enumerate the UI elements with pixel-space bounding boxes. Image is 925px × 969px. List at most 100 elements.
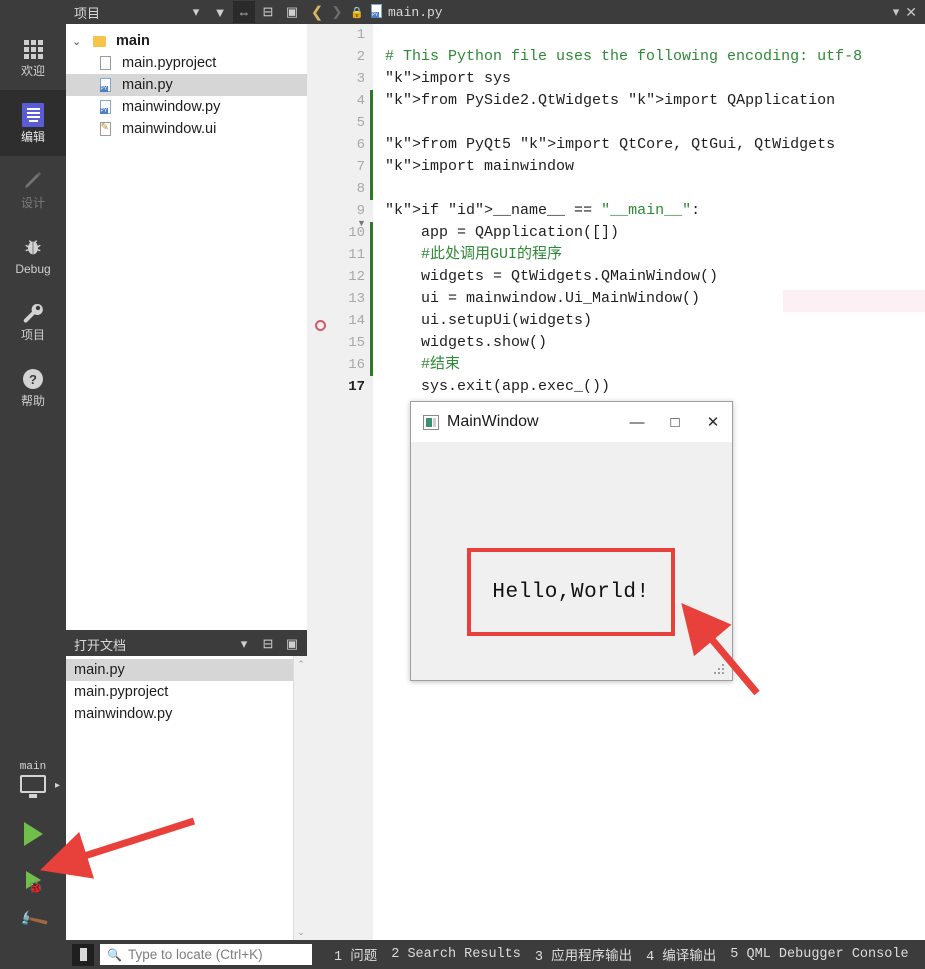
- open-documents-panel: 打开文档 ▾ ⊟ ▣ main.py main.pyproject mainwi…: [66, 632, 307, 940]
- code-line: ui.setupUi(widgets): [385, 312, 592, 329]
- mainwindow-dialog[interactable]: MainWindow — □ ✕ Hello,World!: [410, 401, 733, 681]
- editor-tabbar: ❮ ❯ 🔒 main.py ▾ ✕: [307, 0, 925, 24]
- minimize-icon[interactable]: ▣: [281, 633, 303, 655]
- open-documents-title: 打开文档: [74, 635, 126, 654]
- project-panel-title: 项目: [74, 3, 100, 22]
- line-number: 12: [307, 266, 373, 288]
- mode-item-debug[interactable]: Debug: [0, 222, 66, 288]
- qt-creator-window: 欢迎 编辑 设计: [0, 0, 925, 969]
- resize-grip-icon[interactable]: [714, 664, 726, 676]
- pane-label: QML Debugger Console: [747, 947, 909, 962]
- editor-tab-main-py[interactable]: main.py: [367, 4, 443, 20]
- tree-row-folder-main[interactable]: ⌄ main: [66, 30, 307, 52]
- file-icon: [94, 56, 116, 70]
- statusbar-left-filler: [0, 940, 66, 969]
- mode-selector-bar: 欢迎 编辑 设计: [0, 0, 66, 969]
- minimize-button[interactable]: —: [618, 402, 656, 442]
- lock-icon[interactable]: 🔒: [347, 6, 367, 19]
- maximize-button[interactable]: □: [656, 402, 694, 442]
- open-documents-scrollbar[interactable]: ⌃ ⌄: [293, 656, 307, 940]
- line-number: 7: [307, 156, 373, 178]
- pane-number: 1: [334, 950, 342, 965]
- code-line: #结束: [385, 356, 460, 373]
- question-circle-icon: ?: [20, 366, 46, 392]
- locate-input[interactable]: 🔍 Type to locate (Ctrl+K): [100, 944, 312, 965]
- editor-tab-label: main.py: [388, 5, 443, 20]
- nav-back-icon[interactable]: ❮: [307, 3, 327, 21]
- code-line: # This Python file uses the following en…: [385, 48, 862, 65]
- split-icon[interactable]: ⊟: [257, 1, 279, 23]
- mainwindow-titlebar[interactable]: MainWindow — □ ✕: [411, 402, 732, 442]
- folder-icon: [88, 36, 110, 47]
- tree-row-label: main.pyproject: [116, 55, 216, 71]
- code-line: app = QApplication([]): [385, 224, 619, 241]
- fold-arrow-icon[interactable]: ▼: [357, 218, 366, 228]
- split-icon[interactable]: ⊟: [257, 633, 279, 655]
- play-triangle-icon: [24, 822, 43, 846]
- close-button[interactable]: ✕: [694, 402, 732, 442]
- pane-label: 应用程序输出: [551, 950, 632, 965]
- wrench-icon: [20, 300, 46, 326]
- code-line: #此处调用GUI的程序: [385, 246, 562, 263]
- build-button[interactable]: 🔨: [0, 900, 66, 940]
- mainwindow-title: MainWindow: [447, 413, 539, 431]
- output-pane-application-output[interactable]: 3 应用程序输出: [535, 944, 632, 965]
- bug-icon: [20, 234, 46, 260]
- tree-row-label: mainwindow.py: [116, 99, 220, 115]
- hammer-icon: 🔨: [16, 903, 51, 938]
- pane-number: 5: [730, 947, 738, 962]
- output-pane-qml-debugger-console[interactable]: 5 QML Debugger Console: [730, 947, 908, 962]
- chevron-down-icon[interactable]: ▾: [233, 633, 255, 655]
- tree-row-mainwindow-py[interactable]: mainwindow.py: [66, 96, 307, 118]
- mode-item-projects[interactable]: 项目: [0, 288, 66, 354]
- output-pane-search-results[interactable]: 2 Search Results: [391, 947, 521, 962]
- panel-toggle-icon[interactable]: [72, 944, 94, 966]
- pane-number: 2: [391, 947, 399, 962]
- chevron-down-icon[interactable]: ▾: [893, 4, 900, 20]
- desktop-monitor-icon: [20, 775, 46, 795]
- debug-button[interactable]: 🐞: [0, 860, 66, 900]
- list-item[interactable]: mainwindow.py: [66, 703, 307, 725]
- chevron-down-icon[interactable]: ▾: [185, 1, 207, 23]
- open-documents-list: main.py main.pyproject mainwindow.py: [66, 656, 307, 725]
- open-document-label: main.pyproject: [74, 684, 168, 700]
- editor-gutter[interactable]: ▼ 1 2 3 4 5 6 7 8 9 10 11 12 13 14 15 16…: [307, 24, 373, 940]
- kit-name: main: [20, 761, 46, 773]
- tree-row-main-py[interactable]: main.py: [66, 74, 307, 96]
- line-number: 15: [307, 332, 373, 354]
- line-number: 2: [307, 46, 373, 68]
- pane-number: 4: [646, 950, 654, 965]
- filter-icon[interactable]: ▼: [209, 1, 231, 23]
- line-number: 11: [307, 244, 373, 266]
- scroll-down-icon[interactable]: ⌄: [294, 924, 308, 940]
- tree-row-mainwindow-ui[interactable]: mainwindow.ui: [66, 118, 307, 140]
- tree-row-label: main.py: [116, 77, 173, 93]
- pane-label: 编译输出: [662, 950, 716, 965]
- breakpoint-marker[interactable]: [315, 320, 326, 331]
- mode-item-help[interactable]: ? 帮助: [0, 354, 66, 420]
- list-item[interactable]: main.py: [66, 659, 307, 681]
- output-pane-compile-output[interactable]: 4 编译输出: [646, 944, 716, 965]
- python-file-icon: [94, 78, 116, 92]
- code-line: "k">from PySide2.QtWidgets "k">import QA…: [385, 92, 835, 109]
- kit-selector[interactable]: main ▸: [0, 748, 66, 808]
- python-file-icon: [371, 4, 382, 20]
- mode-item-welcome[interactable]: 欢迎: [0, 24, 66, 90]
- project-panel-header: 项目 ▾ ▼ ⇔ ⊟ ▣: [66, 0, 307, 24]
- nav-forward-icon[interactable]: ❯: [327, 4, 347, 20]
- scroll-up-icon[interactable]: ⌃: [294, 656, 308, 672]
- output-pane-buttons: 1 问题 2 Search Results 3 应用程序输出 4 编译输出 5 …: [334, 944, 909, 965]
- tree-row-main-pyproject[interactable]: main.pyproject: [66, 52, 307, 74]
- chevron-down-icon[interactable]: ⌄: [72, 35, 88, 48]
- close-icon[interactable]: ✕: [905, 4, 917, 21]
- code-line: "k">import mainwindow: [385, 158, 574, 175]
- minimize-icon[interactable]: ▣: [281, 1, 303, 23]
- mode-item-edit[interactable]: 编辑: [0, 90, 66, 156]
- hello-world-label-highlight: Hello,World!: [467, 548, 675, 636]
- line-number: 8: [307, 178, 373, 200]
- list-item[interactable]: main.pyproject: [66, 681, 307, 703]
- editor-tab-actions: ▾ ✕: [893, 4, 925, 21]
- output-pane-problems[interactable]: 1 问题: [334, 944, 377, 965]
- link-icon[interactable]: ⇔: [233, 1, 255, 23]
- run-button[interactable]: [0, 808, 66, 860]
